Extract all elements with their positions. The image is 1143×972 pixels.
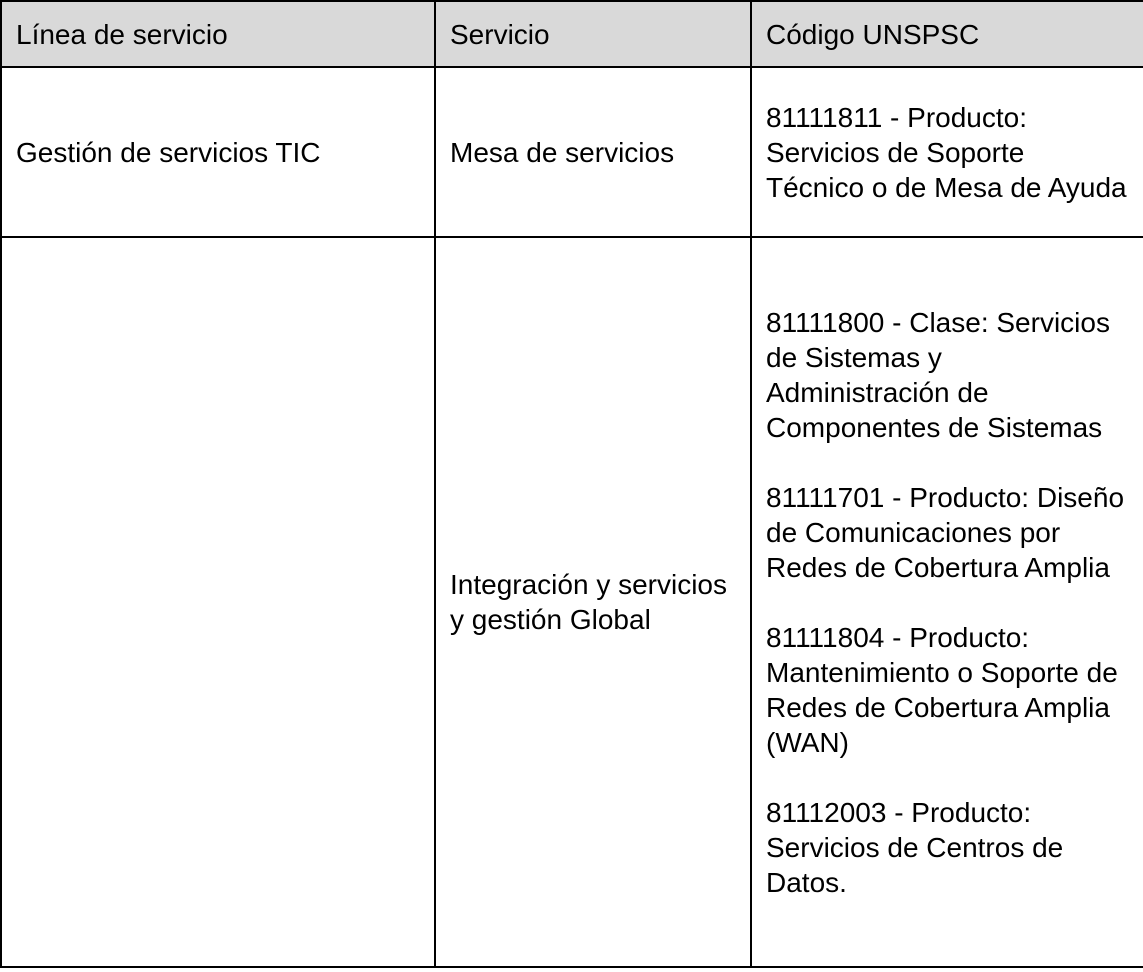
cell-linea: Gestión de servicios TIC xyxy=(0,66,436,238)
table-row: Gestión de servicios TIC Mesa de servici… xyxy=(0,66,1143,238)
code-entry: 81111701 - Producto: Diseño de Comunicac… xyxy=(766,481,1125,583)
table-header: Línea de servicio Servicio Código UNSPSC xyxy=(0,0,1143,68)
header-row: Línea de servicio Servicio Código UNSPSC xyxy=(0,0,1143,68)
header-servicio: Servicio xyxy=(434,0,752,68)
table-body: Gestión de servicios TIC Mesa de servici… xyxy=(0,66,1143,968)
service-table: Línea de servicio Servicio Código UNSPSC… xyxy=(0,0,1143,968)
header-linea-de-servicio: Línea de servicio xyxy=(0,0,436,68)
code-entry: 81112003 - Producto: Servicios de Centro… xyxy=(766,796,1064,898)
cell-codigos: 81111800 - Clase: Servicios de Sistemas … xyxy=(750,236,1143,968)
cell-servicio: Integración y servicios y gestión Global xyxy=(434,236,752,968)
cell-linea xyxy=(0,236,436,968)
code-entry: 81111800 - Clase: Servicios de Sistemas … xyxy=(766,306,1110,443)
cell-codigos: 81111811 - Producto: Servicios de Soport… xyxy=(750,66,1143,238)
code-entry: 81111811 - Producto: Servicios de Soport… xyxy=(766,101,1127,203)
table-row: Integración y servicios y gestión Global… xyxy=(0,236,1143,968)
header-codigo-unspsc: Código UNSPSC xyxy=(750,0,1143,68)
code-entry: 81111804 - Producto: Mantenimiento o Sop… xyxy=(766,621,1118,758)
cell-servicio: Mesa de servicios xyxy=(434,66,752,238)
